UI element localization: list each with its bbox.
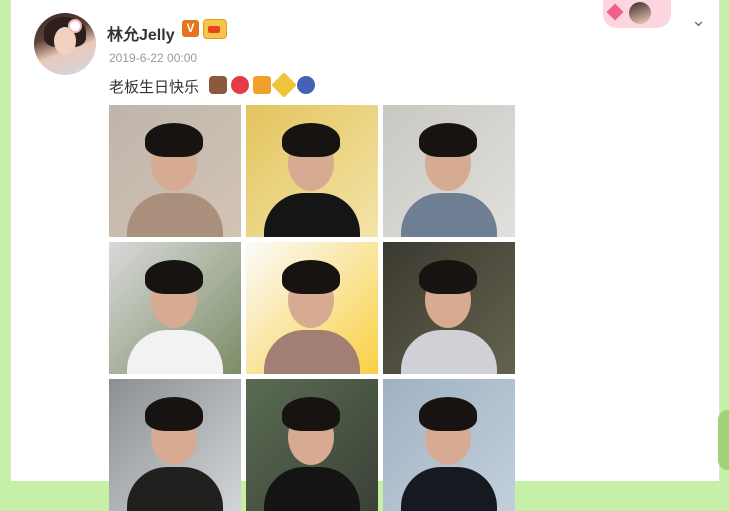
gift-icon [253,76,271,94]
verified-badge-icon: V [182,20,199,37]
photo-6[interactable] [383,242,515,374]
photo-8[interactable] [246,379,378,511]
avatar[interactable] [34,13,96,75]
photo-4[interactable] [109,242,241,374]
emoji-row [209,72,315,98]
photo-5[interactable] [246,242,378,374]
chevron-down-icon[interactable]: ⌄ [691,10,706,31]
page-edge [718,410,729,470]
cake-icon [209,76,227,94]
post-text: 老板生日快乐 [109,79,200,96]
post-timestamp[interactable]: 2019-6-22 00:00 [109,51,197,65]
photo-3[interactable] [383,105,515,237]
post-card: 林允Jelly V 2019-6-22 00:00 老板生日快乐 ⌄ [10,0,720,511]
photo-9[interactable] [383,379,515,511]
profile-sticker[interactable] [603,0,671,28]
photo-2[interactable] [246,105,378,237]
username[interactable]: 林允Jelly [107,21,175,45]
heart-icon [606,3,624,21]
photo-1[interactable] [109,105,241,237]
balloon-icon [231,76,249,94]
trophy-icon [297,76,315,94]
vip-crown-icon [203,19,227,39]
party-popper-icon [271,72,297,98]
photo-7[interactable] [109,379,241,511]
